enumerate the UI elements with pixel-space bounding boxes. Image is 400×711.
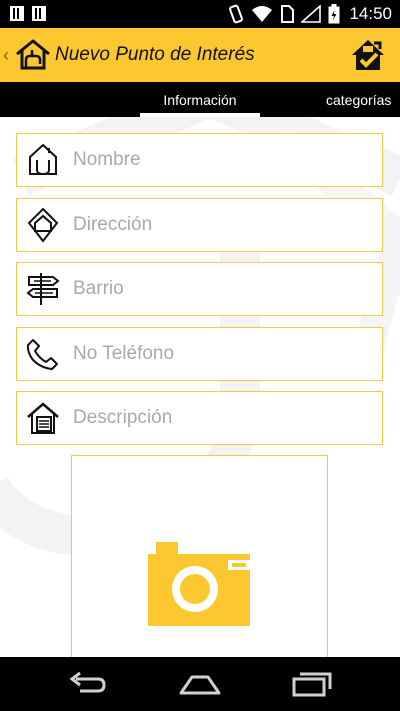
tab-informacion[interactable]: Información — [140, 82, 260, 117]
barrio-field[interactable] — [16, 262, 383, 316]
diamond-house-icon — [27, 207, 59, 243]
nombre-field[interactable] — [16, 133, 383, 187]
form-content[interactable] — [0, 117, 400, 657]
notification-icons — [10, 6, 46, 21]
telefono-field[interactable] — [16, 327, 383, 381]
status-bar: 14:50 — [0, 0, 400, 28]
phone-icon — [26, 339, 58, 370]
up-navigation-icon[interactable]: ‹ — [3, 45, 9, 66]
vibrate-icon — [229, 4, 244, 24]
nombre-input[interactable] — [73, 149, 353, 171]
photo-picker[interactable] — [71, 455, 328, 657]
home-icon[interactable] — [178, 669, 222, 699]
telefono-input[interactable] — [73, 343, 353, 365]
camera-icon[interactable] — [148, 542, 250, 626]
signal-icon — [301, 5, 322, 23]
descripcion-input[interactable] — [73, 407, 353, 429]
house-document-icon — [27, 402, 59, 434]
descripcion-field[interactable] — [16, 391, 383, 445]
tab-bar: Información categorías — [0, 82, 400, 117]
tab-categorias[interactable]: categorías — [326, 82, 400, 117]
tab-label: Información — [163, 91, 237, 108]
sim-icon — [281, 5, 295, 23]
barrio-input[interactable] — [73, 278, 353, 300]
battery-icon — [328, 4, 340, 24]
page-title: Nuevo Punto de Interés — [55, 44, 255, 65]
action-bar: ‹ Nuevo Punto de Interés — [0, 28, 400, 82]
notification-icon — [10, 6, 24, 21]
save-button[interactable] — [350, 37, 386, 73]
direccion-field[interactable] — [16, 198, 383, 252]
back-arrow-icon[interactable] — [66, 669, 110, 699]
signpost-icon — [26, 273, 60, 305]
status-icons: 14:50 — [228, 4, 392, 24]
house-outline-icon — [29, 143, 57, 176]
wifi-icon — [252, 6, 273, 22]
tab-label: categorías — [326, 91, 392, 108]
direccion-input[interactable] — [73, 214, 353, 236]
home-hand-icon[interactable] — [14, 38, 52, 72]
recents-icon[interactable] — [290, 669, 334, 699]
clock: 14:50 — [349, 4, 392, 23]
notification-icon — [32, 6, 46, 21]
system-nav-bar — [0, 657, 400, 711]
